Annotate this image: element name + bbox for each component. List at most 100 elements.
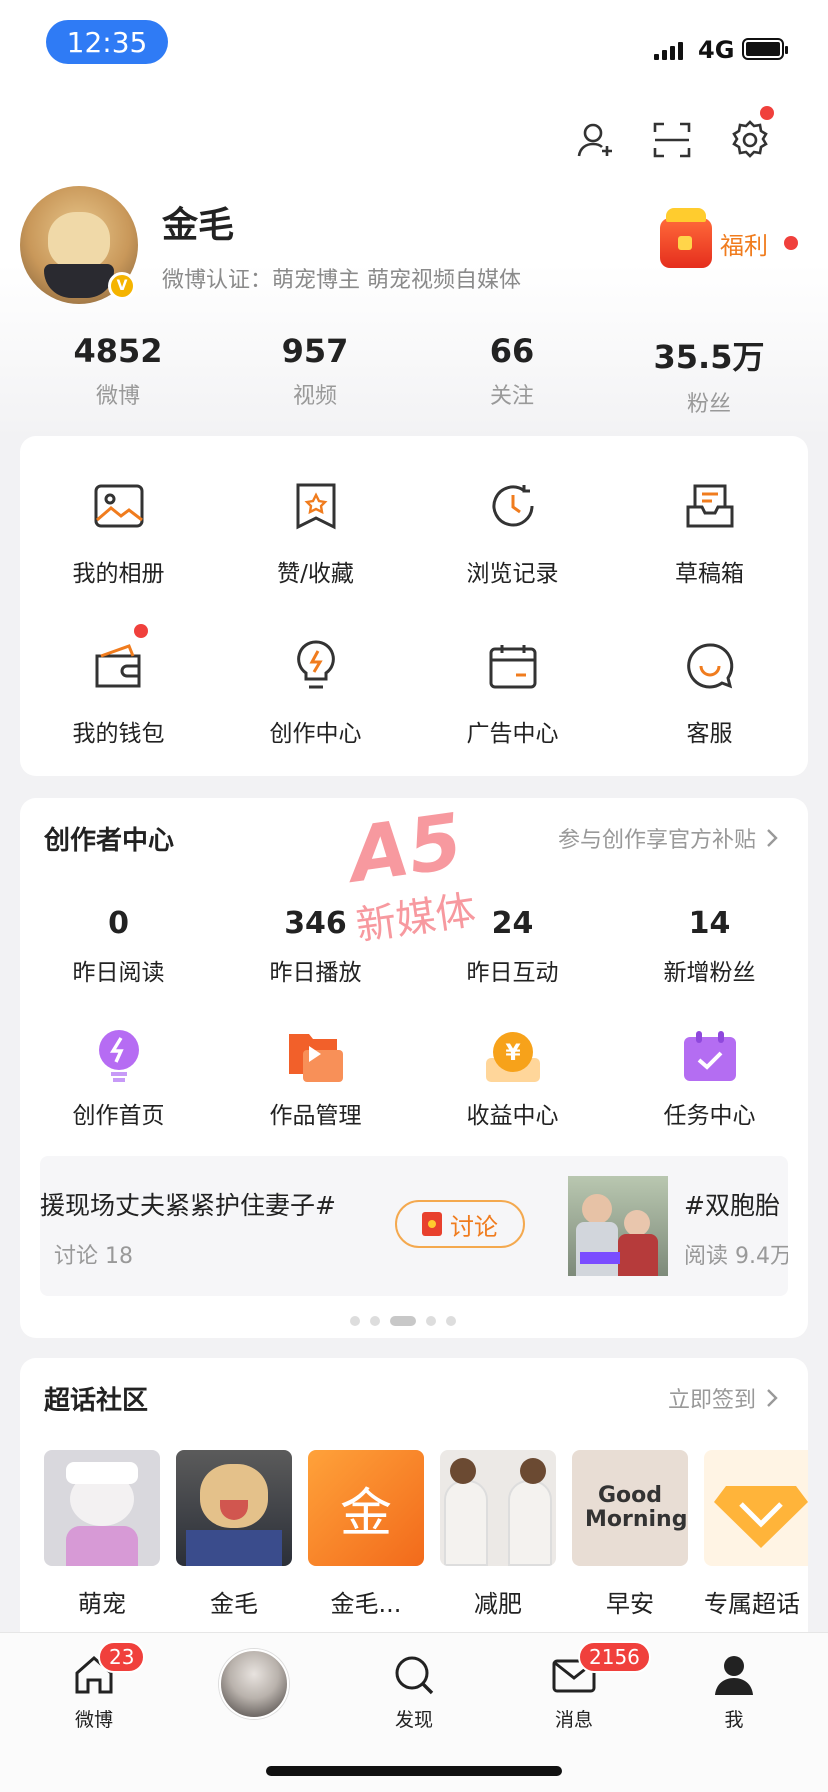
calendar-icon xyxy=(483,636,543,696)
wallet-notification-dot xyxy=(134,624,148,638)
tab-label: 发现 xyxy=(394,1709,433,1731)
messages-badge: 2156 xyxy=(578,1641,651,1673)
tool-label: 广告中心 xyxy=(466,721,559,747)
carousel-topic-reads: 阅读 9.4万 xyxy=(684,1244,788,1269)
add-friend-icon[interactable] xyxy=(572,116,620,164)
topic-glyph: Good Morning xyxy=(585,1482,688,1532)
tool-label: 草稿箱 xyxy=(675,561,744,587)
creator-home-entry[interactable]: 创作首页 xyxy=(20,1026,217,1130)
tool-creation-center[interactable]: 创作中心 xyxy=(217,636,414,748)
tool-favorites[interactable]: 赞/收藏 xyxy=(217,476,414,588)
topic-glyph: 金 xyxy=(339,1483,392,1544)
super-topic-label: 早安 xyxy=(606,1590,654,1618)
tool-history[interactable]: 浏览记录 xyxy=(414,476,611,588)
tab-discover[interactable]: 发现 xyxy=(354,1653,474,1732)
entry-label: 任务中心 xyxy=(663,1103,756,1129)
drafts-icon xyxy=(680,476,740,536)
topic-carousel[interactable]: 援现场丈夫紧紧护住妻子# 讨论 18 讨论 #双胞胎 阅读 9.4万 xyxy=(40,1156,788,1296)
history-icon xyxy=(483,476,543,536)
stat-label: 微博 xyxy=(95,384,140,409)
profile-name[interactable]: 金毛 xyxy=(162,196,234,248)
photo-album-icon xyxy=(89,476,149,536)
super-topic-item[interactable]: Good Morning 早安 xyxy=(572,1450,688,1619)
welfare-label: 福利 xyxy=(720,231,768,260)
creator-stat-value: 14 xyxy=(688,906,731,941)
tool-drafts[interactable]: 草稿箱 xyxy=(611,476,808,588)
entry-label: 收益中心 xyxy=(466,1103,559,1129)
stat-weibo[interactable]: 4852 微博 xyxy=(18,332,218,410)
weibo-badge: 23 xyxy=(98,1641,146,1673)
svg-text:¥: ¥ xyxy=(505,1041,521,1066)
creator-stat-read[interactable]: 0 昨日阅读 xyxy=(20,906,217,987)
carousel-page-indicator xyxy=(350,1316,456,1326)
super-topic-image xyxy=(440,1450,556,1566)
entry-label: 创作首页 xyxy=(72,1103,165,1129)
topic-thumbnail-image[interactable] xyxy=(568,1176,668,1276)
super-topic-label: 减肥 xyxy=(474,1590,522,1618)
super-topic-item[interactable]: 金 金毛... xyxy=(308,1450,424,1619)
gift-icon xyxy=(660,208,712,268)
super-topic-image xyxy=(704,1450,808,1566)
stat-video[interactable]: 957 视频 xyxy=(215,332,415,410)
task-center-entry[interactable]: 任务中心 xyxy=(611,1026,808,1130)
check-in-label: 立即签到 xyxy=(667,1388,756,1413)
super-topic-image xyxy=(44,1450,160,1566)
super-topic-title: 超话社区 xyxy=(44,1386,149,1416)
discuss-button[interactable]: 讨论 xyxy=(395,1200,525,1248)
creator-subsidy-link[interactable]: 参与创作享官方补贴 xyxy=(558,822,778,854)
video-avatar-image xyxy=(219,1649,289,1719)
scan-icon[interactable] xyxy=(648,116,696,164)
chevron-right-icon xyxy=(767,829,778,847)
stat-followers[interactable]: 35.5万 粉丝 xyxy=(609,332,809,418)
network-label: 4G xyxy=(698,36,735,64)
check-in-link[interactable]: 立即签到 xyxy=(668,1382,778,1414)
creator-center-title: 创作者中心 xyxy=(44,826,175,856)
lightbulb-icon xyxy=(286,636,346,696)
carousel-topic-title-2[interactable]: #双胞胎 xyxy=(684,1186,780,1222)
super-topic-item[interactable]: 金毛 xyxy=(176,1450,292,1619)
tab-me[interactable]: 我 xyxy=(674,1653,794,1732)
person-icon xyxy=(715,1656,753,1695)
yen-coin-icon: ¥ xyxy=(483,1026,543,1086)
tool-label: 创作中心 xyxy=(269,721,362,747)
discuss-button-label: 讨论 xyxy=(450,1212,498,1241)
search-icon xyxy=(395,1656,434,1695)
creator-stat-label: 新增粉丝 xyxy=(663,960,756,986)
battery-icon xyxy=(742,38,788,60)
income-center-entry[interactable]: ¥ 收益中心 xyxy=(414,1026,611,1130)
stat-label: 粉丝 xyxy=(686,392,731,417)
works-manage-entry[interactable]: 作品管理 xyxy=(217,1026,414,1130)
bolt-bulb-icon xyxy=(89,1026,149,1086)
stat-label: 关注 xyxy=(489,384,534,409)
super-topic-item[interactable]: 萌宠 xyxy=(44,1450,160,1619)
tool-label: 客服 xyxy=(686,721,733,747)
status-time: 12:35 xyxy=(46,20,168,64)
stat-value: 4852 xyxy=(73,332,163,370)
creator-stat-new-fans[interactable]: 14 新增粉丝 xyxy=(611,906,808,987)
red-packet-icon xyxy=(422,1212,442,1236)
stat-value: 35.5万 xyxy=(653,338,765,376)
stat-value: 957 xyxy=(281,332,349,370)
super-topic-item[interactable]: 减肥 xyxy=(440,1450,556,1619)
favorites-icon xyxy=(286,476,346,536)
tool-label: 我的钱包 xyxy=(72,721,165,747)
super-topic-image: 金 xyxy=(308,1450,424,1566)
tool-customer-service[interactable]: 客服 xyxy=(611,636,808,748)
tool-photo-album[interactable]: 我的相册 xyxy=(20,476,217,588)
stat-following[interactable]: 66 关注 xyxy=(412,332,612,410)
creator-stat-label: 昨日播放 xyxy=(269,960,362,986)
wallet-icon xyxy=(89,636,149,696)
settings-gear-icon[interactable] xyxy=(726,116,774,164)
super-topic-item[interactable]: 专属超话 xyxy=(704,1450,808,1619)
video-manage-icon xyxy=(286,1026,346,1086)
tool-ad-center[interactable]: 广告中心 xyxy=(414,636,611,748)
tool-wallet[interactable]: 我的钱包 xyxy=(20,624,217,748)
tool-label: 赞/收藏 xyxy=(277,561,354,587)
super-topic-label: 萌宠 xyxy=(78,1590,126,1618)
tab-video-avatar[interactable] xyxy=(194,1649,314,1719)
super-topic-image xyxy=(176,1450,292,1566)
diamond-icon xyxy=(714,1486,808,1548)
welfare-button[interactable]: 福利 xyxy=(660,208,768,268)
super-topic-image: Good Morning xyxy=(572,1450,688,1566)
carousel-topic-title[interactable]: 援现场丈夫紧紧护住妻子# xyxy=(40,1186,336,1222)
